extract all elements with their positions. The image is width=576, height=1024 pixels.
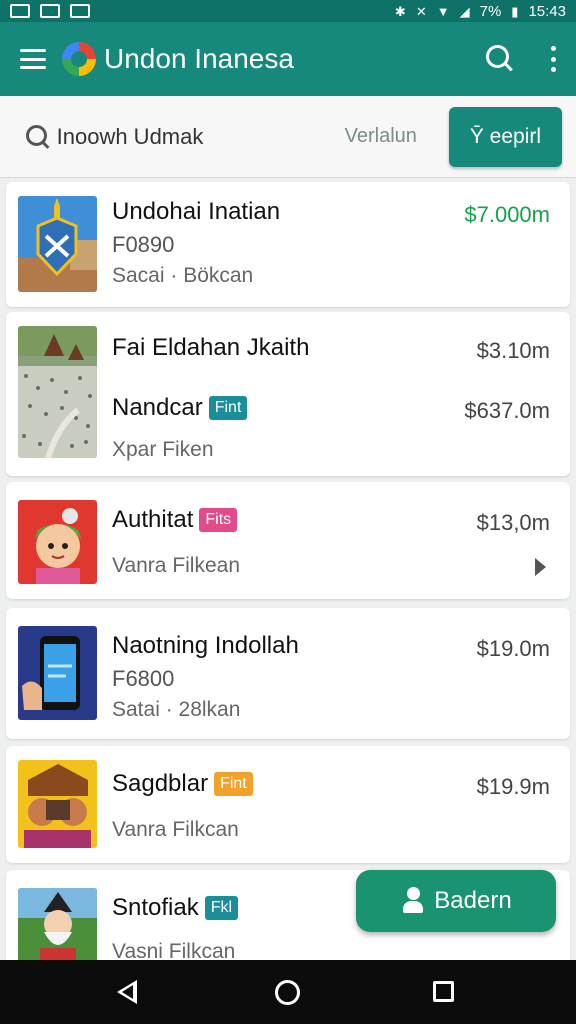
listing-price: $13,0m	[476, 510, 550, 535]
listing-location: Xpar Fiken	[112, 438, 214, 461]
listing-title: Authitat Fits	[112, 506, 238, 534]
recents-icon[interactable]	[433, 981, 454, 1002]
listing-subtitle-text: Nandcar	[112, 394, 203, 421]
more-vert-icon[interactable]	[548, 43, 558, 75]
person-icon	[400, 887, 426, 915]
search-button[interactable]: Ȳ eepirl	[448, 106, 562, 167]
app-bar: Undon Inanesa	[0, 22, 576, 96]
listing-price: $19.0m	[476, 636, 550, 661]
listing-thumbnail	[18, 760, 97, 848]
fab-button[interactable]: Badern	[356, 870, 556, 932]
listing-title-text: Sagdblar	[112, 770, 209, 797]
listing-price: $7.000m	[464, 202, 550, 227]
signal-icon: ◢	[459, 3, 470, 19]
status-bar: ✱ ✕ ▼ ◢ 7% ▮ 15:43	[0, 0, 576, 22]
listing-title: Sagdblar Fint	[112, 770, 253, 798]
home-icon[interactable]	[275, 980, 300, 1005]
listing-title: Naotning Indollah	[112, 632, 299, 659]
listing-thumbnail	[18, 196, 97, 292]
battery-icon: ▮	[511, 3, 519, 19]
listing-price: $19.9m	[476, 774, 550, 799]
search-row: Verlalun Ȳ eepirl	[0, 96, 576, 178]
list-item[interactable]: Naotning Indollah $19.0m F6800 Satai · 2…	[6, 608, 570, 739]
list-item[interactable]: Sagdblar Fint $19.9m Vanra Filkcan	[6, 746, 570, 863]
app-logo-icon	[62, 42, 96, 76]
listing-title: Fai Eldahan Jkaith	[112, 334, 310, 361]
battery-percent: 7%	[479, 2, 502, 20]
listing-badge: Fits	[199, 508, 238, 532]
app-title: Undon Inanesa	[104, 43, 294, 74]
status-left	[10, 4, 90, 18]
clock: 15:43	[528, 2, 566, 20]
listing-thumbnail	[18, 326, 97, 458]
filter-link[interactable]: Verlalun	[345, 125, 417, 148]
vibrate-icon: ✕	[415, 3, 427, 19]
listing-price-secondary: $637.0m	[464, 398, 550, 423]
listing-location: Sacai · Bökcan	[112, 264, 254, 287]
listing-title-text: Authitat	[112, 506, 194, 533]
listing-badge: Fint	[208, 396, 248, 420]
listing-location: Satai · 28lkan	[112, 698, 241, 721]
n-notification-icon	[40, 4, 60, 18]
search-input[interactable]	[56, 123, 345, 150]
fab-label: Badern	[434, 887, 512, 914]
list-item[interactable]: Authitat Fits $13,0m Vanra Filkean	[6, 482, 570, 599]
listing-title: Undohai Inatian	[112, 198, 281, 225]
listing-location: Vanra Filkean	[112, 554, 241, 577]
search-field-icon	[24, 123, 47, 151]
listing-title: Sntofiak Fkl	[112, 894, 239, 922]
wifi-icon: ▼	[436, 3, 450, 19]
list-item[interactable]: Undohai Inatian F0890 Sacai · Bökcan $7.…	[6, 182, 570, 307]
listing-location: Vanra Filkcan	[112, 818, 239, 841]
cast-notification-icon	[70, 4, 90, 18]
listing-price: $3.10m	[476, 338, 550, 363]
listing-code: F6800	[112, 666, 175, 691]
listing-badge: Fint	[214, 772, 253, 796]
listing-title-text: Sntofiak	[112, 894, 199, 921]
image-notification-icon	[10, 4, 30, 18]
menu-icon[interactable]	[18, 44, 48, 74]
search-icon[interactable]	[482, 41, 518, 77]
listing-thumbnail	[18, 500, 97, 584]
listing-subtitle: Nandcar Fint	[112, 394, 248, 422]
listing-badge: Fkl	[204, 896, 239, 920]
list-item[interactable]: Fai Eldahan Jkaith $3.10m Nandcar Fint $6…	[6, 312, 570, 476]
status-right: ✱ ✕ ▼ ◢ 7% ▮ 15:43	[395, 3, 566, 20]
listing-code: F0890	[112, 232, 175, 257]
listing-thumbnail	[18, 626, 97, 720]
chevron-right-icon[interactable]	[535, 558, 546, 576]
system-nav-bar	[0, 960, 576, 1024]
back-icon[interactable]	[117, 980, 137, 1004]
bluetooth-icon: ✱	[394, 3, 406, 19]
